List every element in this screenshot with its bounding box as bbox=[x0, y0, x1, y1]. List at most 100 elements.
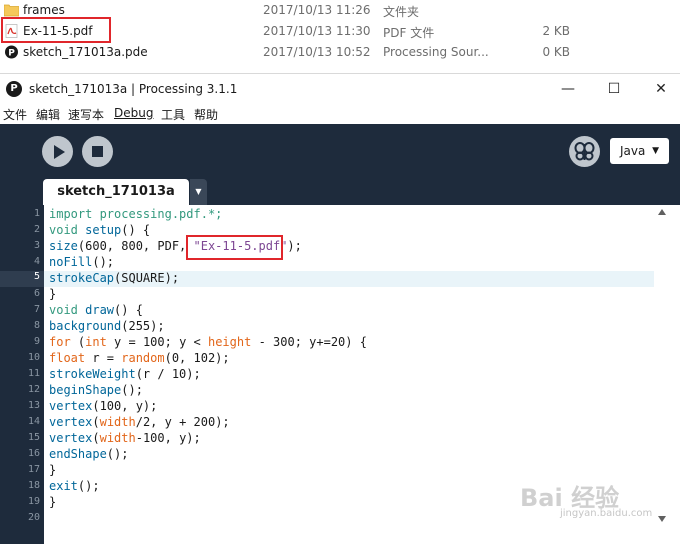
line-number: 12 bbox=[27, 384, 40, 395]
menu-edit[interactable]: 编辑 bbox=[36, 106, 60, 123]
file-date: 2017/10/13 11:30 bbox=[263, 24, 371, 38]
code-line[interactable]: vertex(100, y); bbox=[49, 399, 157, 413]
scroll-down-icon[interactable] bbox=[658, 516, 666, 522]
line-number: 2 bbox=[33, 224, 40, 235]
code-token: import processing.pdf.*; bbox=[49, 207, 223, 221]
file-explorer-list: frames 2017/10/13 11:26 文件夹 Ex-11-5.pdf … bbox=[0, 0, 680, 64]
processing-file-icon: P bbox=[5, 45, 18, 59]
code-line[interactable]: float r = random(0, 102); bbox=[49, 351, 230, 365]
code-token: int bbox=[85, 335, 107, 349]
menu-file[interactable]: 文件 bbox=[3, 106, 27, 123]
code-token: (SQUARE); bbox=[114, 271, 180, 285]
toolbar: Java ▼ sketch_171013a ▼ bbox=[0, 124, 680, 205]
code-line[interactable]: background(255); bbox=[49, 319, 165, 333]
line-number: 11 bbox=[27, 368, 40, 379]
line-number: 7 bbox=[33, 304, 40, 315]
window-titlebar[interactable]: P sketch_171013a | Processing 3.1.1 — ☐ … bbox=[0, 73, 680, 104]
line-number: 16 bbox=[27, 448, 40, 459]
debugger-button[interactable] bbox=[569, 136, 600, 167]
code-token: height bbox=[207, 335, 252, 349]
file-name: sketch_171013a.pde bbox=[23, 45, 148, 59]
code-token: (); bbox=[121, 383, 143, 397]
code-token: -100, y); bbox=[135, 431, 201, 445]
code-token: setup bbox=[85, 223, 122, 237]
code-line[interactable]: } bbox=[49, 463, 56, 477]
scroll-up-icon[interactable] bbox=[658, 209, 666, 215]
code-token: float bbox=[49, 351, 86, 365]
code-token: () { bbox=[121, 223, 151, 237]
run-button[interactable] bbox=[42, 136, 73, 167]
file-type: 文件夹 bbox=[383, 5, 420, 19]
watermark-subtext: jingyan.baidu.com bbox=[560, 508, 653, 519]
close-button[interactable]: ✕ bbox=[649, 78, 673, 100]
code-token: } bbox=[49, 495, 57, 509]
code-line[interactable]: void draw() { bbox=[49, 303, 143, 317]
code-token: (100, y); bbox=[92, 399, 158, 413]
code-line[interactable]: exit(); bbox=[49, 479, 100, 493]
file-name: frames bbox=[23, 3, 65, 17]
menu-debug[interactable]: Debug bbox=[114, 106, 153, 120]
code-line[interactable]: beginShape(); bbox=[49, 383, 143, 397]
code-line[interactable]: vertex(width/2, y + 200); bbox=[49, 415, 230, 429]
stop-button[interactable] bbox=[82, 136, 113, 167]
code-line[interactable]: } bbox=[49, 287, 56, 301]
code-token: for bbox=[49, 335, 78, 349]
file-row-pde[interactable]: P sketch_171013a.pde 2017/10/13 10:52 Pr… bbox=[0, 42, 680, 63]
maximize-button[interactable]: ☐ bbox=[602, 78, 626, 100]
code-token: (0, 102); bbox=[164, 351, 230, 365]
mode-label: Java bbox=[620, 144, 646, 158]
code-token: draw bbox=[85, 303, 115, 317]
line-number: 9 bbox=[33, 336, 40, 347]
code-token: y = 100; y < bbox=[106, 335, 208, 349]
code-token: ( bbox=[92, 415, 100, 429]
stop-icon bbox=[92, 146, 103, 157]
code-token: (); bbox=[77, 479, 100, 493]
code-line[interactable]: void setup() { bbox=[49, 223, 150, 237]
line-number: 8 bbox=[33, 320, 40, 331]
butterfly-icon bbox=[574, 142, 595, 161]
code-line[interactable]: vertex(width-100, y); bbox=[49, 431, 201, 445]
line-number: 17 bbox=[27, 464, 40, 475]
code-token: /2, y + 200); bbox=[135, 415, 230, 429]
code-line[interactable]: endShape(); bbox=[49, 447, 128, 461]
code-token: - 300; y+=20) { bbox=[251, 335, 367, 349]
code-token: background bbox=[49, 319, 122, 333]
menu-help[interactable]: 帮助 bbox=[194, 106, 218, 123]
line-number: 1 bbox=[33, 208, 40, 219]
code-token: endShape bbox=[49, 447, 107, 461]
menu-bar: 文件 编辑 速写本 Debug 工具 帮助 bbox=[0, 104, 680, 124]
file-date: 2017/10/13 10:52 bbox=[263, 45, 371, 59]
chevron-down-icon: ▼ bbox=[652, 146, 659, 156]
code-token: exit bbox=[49, 479, 78, 493]
code-line[interactable]: strokeCap(SQUARE); bbox=[49, 271, 179, 285]
code-token: ( bbox=[92, 431, 100, 445]
code-line[interactable]: strokeWeight(r / 10); bbox=[49, 367, 201, 381]
tab-menu-button[interactable]: ▼ bbox=[190, 179, 207, 205]
play-icon bbox=[54, 145, 65, 159]
code-token: (); bbox=[106, 447, 129, 461]
line-number: 3 bbox=[33, 240, 40, 251]
code-token: strokeCap bbox=[49, 271, 115, 285]
code-line[interactable]: import processing.pdf.*; bbox=[49, 207, 222, 221]
code-token: (600, 800, PDF, bbox=[77, 239, 194, 253]
code-token: } bbox=[49, 287, 57, 301]
menu-sketch[interactable]: 速写本 bbox=[68, 106, 104, 123]
svg-text:P: P bbox=[8, 49, 15, 59]
code-line[interactable]: } bbox=[49, 495, 56, 509]
code-token: strokeWeight bbox=[49, 367, 136, 381]
code-line[interactable]: noFill(); bbox=[49, 255, 114, 269]
file-type: Processing Sour... bbox=[383, 45, 489, 59]
minimize-button[interactable]: — bbox=[556, 78, 580, 100]
vertical-scrollbar[interactable] bbox=[654, 205, 670, 530]
code-token: vertex bbox=[49, 415, 93, 429]
tab-sketch[interactable]: sketch_171013a bbox=[43, 179, 189, 205]
processing-app-icon: P bbox=[6, 81, 22, 97]
file-date: 2017/10/13 11:26 bbox=[263, 3, 371, 17]
code-token: beginShape bbox=[49, 383, 122, 397]
mode-selector[interactable]: Java ▼ bbox=[610, 138, 669, 164]
horizontal-scrollbar[interactable] bbox=[44, 530, 670, 544]
highlight-box-pdf-file bbox=[1, 17, 111, 43]
code-token: () { bbox=[114, 303, 143, 317]
code-line[interactable]: for (int y = 100; y < height - 300; y+=2… bbox=[49, 335, 367, 349]
menu-tools[interactable]: 工具 bbox=[161, 106, 185, 123]
